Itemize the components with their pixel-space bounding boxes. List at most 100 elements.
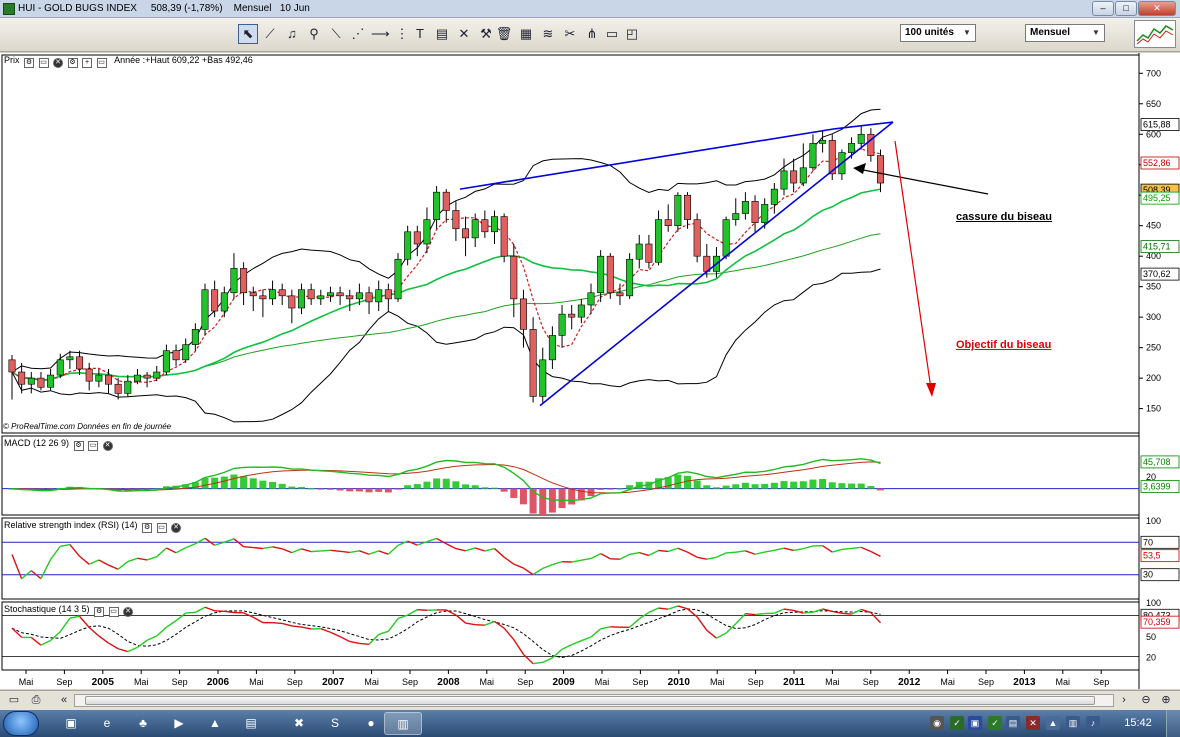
- x-axis-label: Mai: [134, 677, 149, 687]
- internet-explorer-taskbar-icon[interactable]: e: [88, 712, 126, 735]
- scrollbar-thumb[interactable]: [85, 696, 1095, 705]
- tray-icon[interactable]: ✕: [1026, 716, 1040, 730]
- app-taskbar-icon[interactable]: ▤: [232, 712, 270, 735]
- app-taskbar-icon[interactable]: ✖: [280, 712, 318, 735]
- units-dropdown[interactable]: 100 unités ▼: [900, 24, 976, 42]
- trendline-tool-icon[interactable]: ⟍: [326, 24, 346, 44]
- close-icon[interactable]: ✕: [123, 607, 134, 617]
- vertical-line-tool-icon[interactable]: ⋮: [392, 24, 412, 44]
- candle-up: [761, 204, 769, 223]
- tray-icon[interactable]: ▲: [1046, 716, 1060, 730]
- macd-histogram-bar: [693, 480, 701, 489]
- media-player-taskbar-icon[interactable]: ▶: [160, 712, 198, 735]
- candle-down: [105, 374, 113, 385]
- x-axis-label: Sep: [748, 677, 764, 687]
- prorealtime-taskbar-icon[interactable]: ▥: [384, 712, 422, 735]
- network-icon[interactable]: ▥: [1066, 716, 1080, 730]
- window-icon[interactable]: ▭: [156, 523, 167, 533]
- vlc-taskbar-icon[interactable]: ▲: [196, 712, 234, 735]
- close-icon[interactable]: ✕: [102, 441, 113, 451]
- pointer-tool-icon[interactable]: ⬉: [238, 24, 258, 44]
- chart-type-icon[interactable]: [1134, 20, 1176, 48]
- candle-down: [500, 216, 508, 257]
- settings-icon[interactable]: ⚙: [67, 58, 78, 68]
- close-icon[interactable]: ✕: [171, 523, 182, 533]
- print-icon[interactable]: ⎙: [28, 693, 44, 708]
- price-axis-badge-label: 552,86: [1143, 158, 1171, 168]
- window-icon[interactable]: ▭: [108, 607, 119, 617]
- window-icon[interactable]: ▭: [88, 441, 99, 451]
- cross-tool-icon[interactable]: ✕: [454, 24, 474, 44]
- bottom-toolbar: ▭ ⎙ « › ⊖ ⊕: [0, 690, 1180, 710]
- hammer-tool-icon[interactable]: ⚒: [476, 24, 496, 44]
- volume-icon[interactable]: ♪: [1086, 716, 1100, 730]
- candle-up: [394, 258, 402, 300]
- annotation-target: Objectif du biseau: [956, 339, 1052, 351]
- double-chevron-left-icon[interactable]: «: [56, 693, 72, 708]
- delete-tool-icon[interactable]: 🗑: [494, 24, 514, 44]
- candle-down: [307, 289, 315, 300]
- candle-down: [278, 289, 286, 297]
- tray-check-icon[interactable]: ✓: [950, 716, 964, 730]
- close-button[interactable]: ✕: [1138, 1, 1176, 16]
- app-taskbar-icon[interactable]: ♣: [124, 712, 162, 735]
- wrench-icon[interactable]: ⚙: [24, 58, 35, 68]
- candle-up: [230, 268, 238, 294]
- candle-down: [442, 191, 450, 211]
- channel-tool-icon[interactable]: ⋰: [348, 24, 368, 44]
- chevron-down-icon: ▼: [1092, 28, 1100, 37]
- close-icon[interactable]: ✕: [53, 58, 64, 68]
- start-button[interactable]: [3, 711, 39, 736]
- macd-histogram-bar: [838, 483, 846, 489]
- pattern-tool-icon[interactable]: ≋: [538, 24, 558, 44]
- zoom-out-icon[interactable]: ⊖: [1138, 693, 1154, 708]
- macd-histogram-bar: [828, 482, 836, 489]
- minimize-button[interactable]: –: [1092, 1, 1114, 16]
- ellipse-tool-icon[interactable]: ◰: [622, 24, 642, 44]
- x-axis-label: Sep: [287, 677, 303, 687]
- chart-area[interactable]: 150200250300350400450500550600650700615,…: [0, 53, 1180, 689]
- maximize-button[interactable]: □: [1115, 1, 1137, 16]
- fan-tool-icon[interactable]: ⋔: [582, 24, 602, 44]
- x-axis-label: Mai: [364, 677, 379, 687]
- tray-icon[interactable]: ✓: [988, 716, 1002, 730]
- candle-down: [76, 356, 84, 370]
- horizontal-scrollbar[interactable]: [74, 694, 1114, 707]
- chevron-right-icon[interactable]: ›: [1116, 693, 1132, 708]
- candle-up: [770, 188, 778, 205]
- x-axis-label: 2008: [437, 677, 460, 688]
- chart-canvas[interactable]: 150200250300350400450500550600650700615,…: [0, 53, 1180, 689]
- skype-taskbar-icon[interactable]: S: [316, 712, 354, 735]
- zoom-in-icon[interactable]: ⊕: [1158, 693, 1174, 708]
- candle-up: [809, 143, 817, 169]
- explorer-taskbar-icon[interactable]: ▣: [52, 712, 90, 735]
- wave-tool-icon[interactable]: ✂: [560, 24, 580, 44]
- wrench-icon[interactable]: ⚙: [94, 607, 105, 617]
- ruler-tool-icon[interactable]: ⟋: [260, 24, 280, 44]
- rectangle-tool-icon[interactable]: ▭: [602, 24, 622, 44]
- app-icon: [3, 3, 15, 15]
- candle-up: [201, 289, 209, 330]
- macd-histogram-bar: [770, 482, 778, 489]
- tray-icon[interactable]: ▤: [1006, 716, 1020, 730]
- tray-icon[interactable]: ◉: [930, 716, 944, 730]
- period-dropdown[interactable]: Mensuel ▼: [1025, 24, 1105, 42]
- show-desktop-button[interactable]: [1166, 710, 1180, 737]
- horizontal-line-tool-icon[interactable]: ⟶: [370, 24, 390, 44]
- wrench-icon[interactable]: ⚙: [73, 441, 84, 451]
- alert-bell-icon[interactable]: ♫: [282, 24, 302, 44]
- window-icon[interactable]: ▭: [96, 58, 107, 68]
- zoom-tool-icon[interactable]: ⚲: [304, 24, 324, 44]
- macd-histogram-bar: [732, 484, 740, 489]
- wrench-icon[interactable]: ⚙: [142, 523, 153, 533]
- fibonacci-tool-icon[interactable]: ▤: [432, 24, 452, 44]
- tray-icon[interactable]: ▣: [968, 716, 982, 730]
- monitor-icon[interactable]: ▭: [6, 693, 22, 708]
- candle-up: [133, 374, 141, 382]
- candle-up: [732, 213, 740, 220]
- template-tool-icon[interactable]: ▦: [516, 24, 536, 44]
- candle-up: [56, 359, 64, 376]
- add-icon[interactable]: +: [82, 58, 93, 68]
- window-icon[interactable]: ▭: [38, 58, 49, 68]
- text-tool-icon[interactable]: T: [410, 24, 430, 44]
